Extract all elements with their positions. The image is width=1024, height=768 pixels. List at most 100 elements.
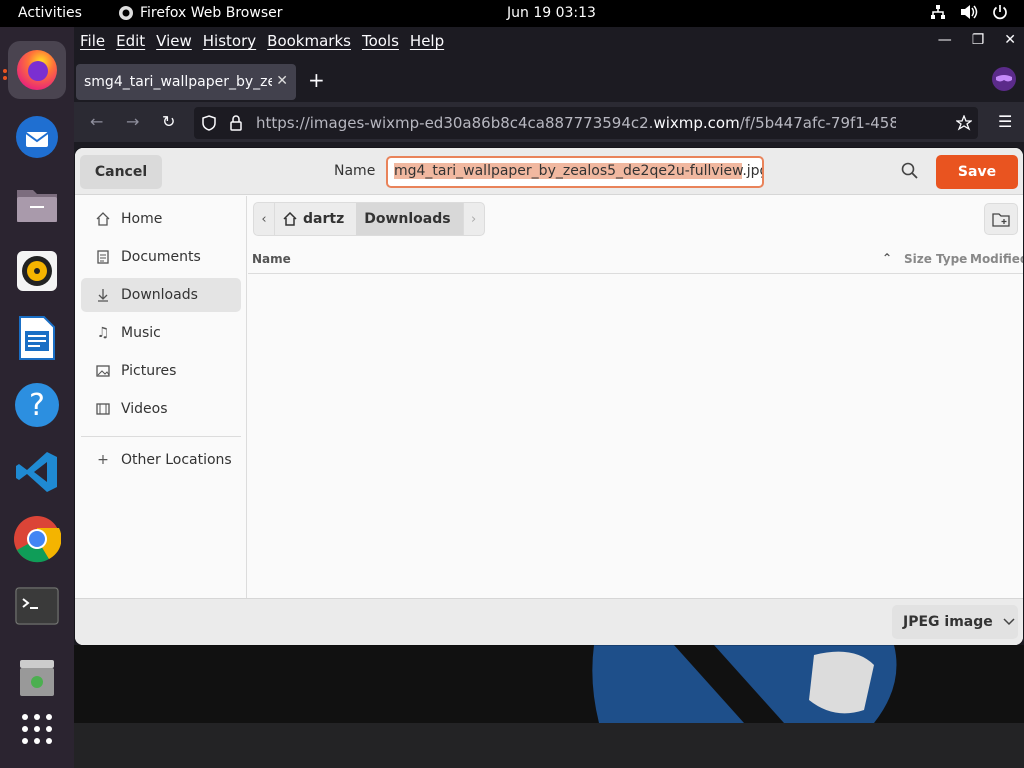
terminal-icon bbox=[15, 587, 59, 625]
back-icon[interactable]: ← bbox=[90, 112, 103, 131]
new-folder-icon bbox=[992, 212, 1010, 227]
forward-icon[interactable]: → bbox=[126, 112, 139, 131]
sidebar-item-home[interactable]: Home bbox=[81, 202, 241, 236]
sidebar-divider bbox=[81, 436, 241, 437]
dock-files[interactable] bbox=[8, 175, 66, 233]
menu-history[interactable]: History bbox=[203, 32, 256, 50]
sidebar-item-label: Music bbox=[121, 325, 161, 341]
sort-ascending-icon: ⌃ bbox=[882, 251, 893, 265]
name-label: Name bbox=[334, 163, 376, 179]
close-window-icon[interactable]: ✕ bbox=[1004, 32, 1016, 48]
menu-help[interactable]: Help bbox=[410, 32, 444, 50]
navigation-toolbar: ← → ↻ https://images-wixmp-ed30a86b8c4ca… bbox=[74, 102, 1024, 142]
dock-rhythmbox[interactable] bbox=[8, 242, 66, 300]
private-browsing-icon[interactable] bbox=[992, 67, 1016, 91]
column-modified[interactable]: Modified bbox=[970, 252, 1023, 266]
volume-icon bbox=[961, 5, 978, 19]
path-crumb-downloads[interactable]: Downloads bbox=[356, 202, 463, 236]
path-crumb-label: Downloads bbox=[364, 211, 451, 227]
video-icon bbox=[95, 403, 111, 415]
places-sidebar: Home Documents Downloads ♫ Music Picture… bbox=[75, 196, 247, 598]
column-size[interactable]: Size bbox=[904, 252, 932, 266]
chevron-down-icon bbox=[1003, 618, 1015, 626]
lock-icon[interactable] bbox=[230, 115, 242, 131]
firefox-small-icon bbox=[119, 6, 133, 20]
dock-terminal[interactable] bbox=[8, 577, 66, 635]
picture-icon bbox=[95, 365, 111, 377]
sidebar-item-downloads[interactable]: Downloads bbox=[81, 278, 241, 312]
filename-selection: mg4_tari_wallpaper_by_zealos5_de2qe2u-fu… bbox=[394, 163, 743, 179]
sidebar-item-other-locations[interactable]: + Other Locations bbox=[81, 443, 241, 477]
dialog-header: Cancel Name mg4_tari_wallpaper_by_zealos… bbox=[75, 148, 1023, 195]
filename-input[interactable]: mg4_tari_wallpaper_by_zealos5_de2qe2u-fu… bbox=[386, 156, 764, 188]
dock: ? bbox=[0, 27, 74, 768]
app-name: Firefox Web Browser bbox=[140, 5, 283, 21]
clock[interactable]: Jun 19 03:13 bbox=[507, 5, 596, 21]
thunderbird-icon bbox=[16, 116, 58, 158]
dock-thunderbird[interactable] bbox=[8, 108, 66, 166]
path-bar: ‹ dartz Downloads › bbox=[253, 201, 485, 237]
bookmark-star-icon[interactable] bbox=[956, 115, 972, 131]
tab-wallpaper[interactable]: smg4_tari_wallpaper_by_ze ✕ bbox=[76, 64, 296, 100]
system-tray[interactable] bbox=[930, 4, 1008, 20]
cancel-button[interactable]: Cancel bbox=[80, 155, 162, 189]
network-icon bbox=[931, 5, 945, 19]
menu-view[interactable]: View bbox=[156, 32, 192, 50]
file-type-label: JPEG image bbox=[903, 614, 993, 630]
sidebar-item-label: Downloads bbox=[121, 287, 198, 303]
menu-bookmarks[interactable]: Bookmarks bbox=[267, 32, 351, 50]
dock-firefox[interactable] bbox=[8, 41, 66, 99]
dock-writer[interactable] bbox=[8, 309, 66, 367]
dock-chrome[interactable] bbox=[8, 510, 66, 568]
new-tab-button[interactable]: + bbox=[308, 68, 325, 92]
page-image-preview bbox=[74, 645, 1024, 723]
vscode-icon bbox=[16, 452, 57, 492]
sidebar-item-label: Videos bbox=[121, 401, 168, 417]
download-icon bbox=[95, 288, 111, 302]
trash-icon bbox=[20, 660, 54, 696]
sidebar-item-videos[interactable]: Videos bbox=[81, 392, 241, 426]
dock-help[interactable]: ? bbox=[8, 376, 66, 434]
shield-icon[interactable] bbox=[202, 115, 216, 131]
plus-icon: + bbox=[97, 452, 109, 468]
sidebar-item-pictures[interactable]: Pictures bbox=[81, 354, 241, 388]
running-indicator bbox=[3, 69, 7, 73]
menu-file[interactable]: File bbox=[80, 32, 105, 50]
menu-tools[interactable]: Tools bbox=[362, 32, 399, 50]
tab-close-icon[interactable]: ✕ bbox=[276, 73, 288, 89]
dock-show-apps[interactable] bbox=[8, 700, 66, 758]
app-menu[interactable]: Firefox Web Browser bbox=[118, 5, 283, 21]
column-name[interactable]: Name bbox=[252, 252, 291, 266]
save-button[interactable]: Save bbox=[936, 155, 1018, 189]
file-type-dropdown[interactable]: JPEG image bbox=[892, 605, 1018, 639]
new-folder-button[interactable] bbox=[984, 203, 1018, 235]
sidebar-item-label: Pictures bbox=[121, 363, 177, 379]
path-crumb-label: dartz bbox=[303, 211, 345, 227]
tab-title: smg4_tari_wallpaper_by_ze bbox=[84, 74, 272, 90]
svg-text:?: ? bbox=[29, 388, 45, 423]
minimize-icon[interactable]: — bbox=[938, 32, 952, 48]
activities-button[interactable]: Activities bbox=[18, 5, 82, 21]
power-icon bbox=[993, 5, 1007, 20]
dock-trash[interactable] bbox=[8, 649, 66, 707]
firefox-icon bbox=[17, 50, 57, 90]
home-icon bbox=[95, 212, 111, 226]
menu-bar: File Edit View History Bookmarks Tools H… bbox=[74, 27, 1024, 57]
sidebar-item-label: Other Locations bbox=[121, 452, 232, 468]
url-text: https://images-wixmp-ed30a86b8c4ca887773… bbox=[256, 114, 896, 132]
dock-vscode[interactable] bbox=[8, 443, 66, 501]
search-icon[interactable] bbox=[901, 162, 919, 180]
restore-icon[interactable]: ❐ bbox=[972, 32, 985, 48]
sidebar-item-documents[interactable]: Documents bbox=[81, 240, 241, 274]
url-bar[interactable]: https://images-wixmp-ed30a86b8c4ca887773… bbox=[194, 107, 978, 139]
dialog-footer: JPEG image bbox=[75, 598, 1023, 645]
hamburger-menu-icon[interactable]: ☰ bbox=[998, 112, 1012, 131]
reload-icon[interactable]: ↻ bbox=[162, 112, 175, 131]
path-scroll-left-icon[interactable]: ‹ bbox=[253, 202, 275, 236]
sidebar-item-music[interactable]: ♫ Music bbox=[81, 316, 241, 350]
column-type[interactable]: Type bbox=[936, 252, 967, 266]
path-crumb-home[interactable]: dartz bbox=[275, 202, 357, 236]
top-bar: Activities Firefox Web Browser Jun 19 03… bbox=[0, 0, 1024, 27]
menu-edit[interactable]: Edit bbox=[116, 32, 145, 50]
path-scroll-right-icon[interactable]: › bbox=[462, 202, 485, 236]
